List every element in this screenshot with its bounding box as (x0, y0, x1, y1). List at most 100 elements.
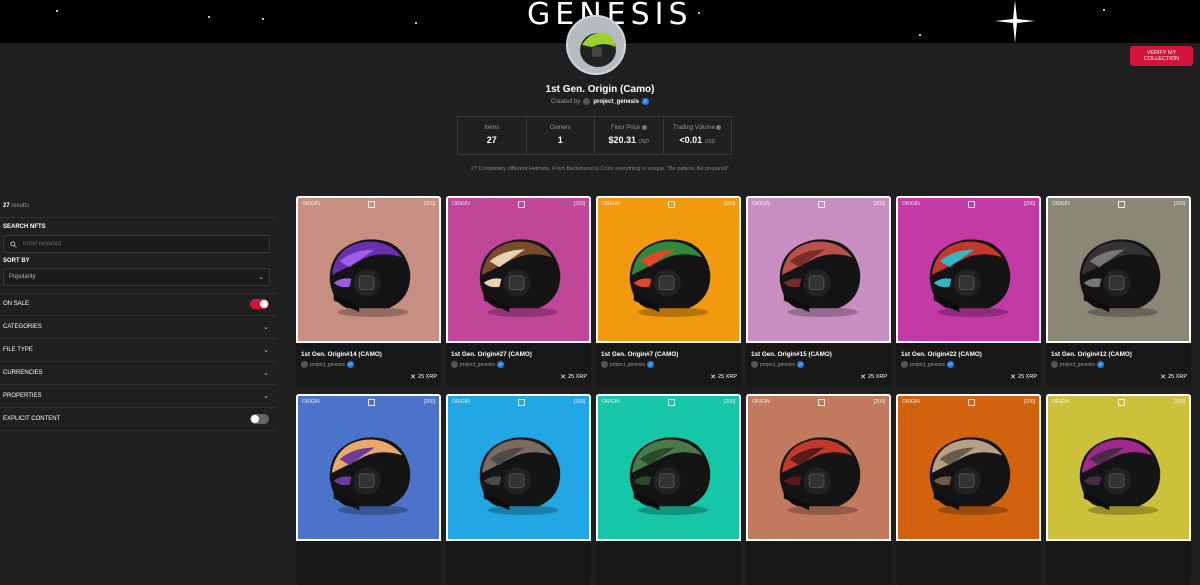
nft-name[interactable]: 1st Gen. Origin#27 (CAMO) (451, 351, 532, 358)
search-box (3, 235, 270, 253)
nft-name[interactable]: 1st Gen. Origin#7 (CAMO) (601, 351, 678, 358)
xrp-icon: ✕ (410, 374, 417, 381)
nft-image[interactable]: ORIGIN [200] (1046, 196, 1191, 343)
nft-image[interactable]: ORIGIN [200] (296, 394, 441, 541)
nft-image[interactable]: ORIGIN [200] (596, 394, 741, 541)
helmet-icon (629, 239, 711, 318)
qr-icon (818, 399, 826, 406)
star-dot (56, 10, 58, 12)
nft-card[interactable]: ORIGIN [200] 1st Gen. Origin#12 (CAMO) proj… (1046, 196, 1191, 387)
info-icon[interactable] (716, 125, 722, 130)
currencies-label: CURRENCIES (3, 370, 43, 376)
nft-image[interactable]: ORIGIN [200] (1046, 394, 1191, 541)
collection-description: 27 Completely different Helmets. From Ba… (470, 166, 730, 172)
nft-creator[interactable]: project_genesis ✓ (1051, 361, 1105, 368)
verified-icon: ✓ (497, 361, 505, 368)
results-count: 27 results (3, 203, 30, 209)
file-type-label: FILE TYPE (3, 347, 33, 353)
nft-image[interactable]: ORIGIN [200] (296, 196, 441, 343)
search-input[interactable] (23, 241, 263, 247)
file-type-filter[interactable]: FILE TYPE ⌄ (0, 339, 277, 362)
art-header: ORIGIN [200] (302, 399, 435, 406)
nft-image[interactable]: ORIGIN [200] (446, 196, 591, 343)
nft-image[interactable]: ORIGIN [200] (746, 196, 891, 343)
nft-card[interactable]: ORIGIN [200] 1st Gen. Origin#15 (CAMO) proj… (746, 196, 891, 387)
nft-image[interactable]: ORIGIN [200] (746, 394, 891, 541)
helmet-icon (479, 437, 561, 516)
nft-card[interactable]: ORIGIN [200] 1st Gen. Origin#7 (CAMO) proje… (596, 196, 741, 387)
art-edition: [200] (723, 201, 735, 207)
helmet-icon (329, 437, 411, 516)
chevron-down-icon: ⌄ (263, 393, 269, 400)
nft-card[interactable]: ORIGIN [200] (746, 394, 891, 585)
nft-name[interactable]: 1st Gen. Origin#12 (CAMO) (1051, 351, 1132, 358)
nft-creator[interactable]: project_genesis ✓ (901, 361, 955, 368)
qr-icon (968, 201, 976, 208)
info-icon[interactable] (641, 125, 647, 130)
nft-image[interactable]: ORIGIN [200] (896, 394, 1041, 541)
qr-icon (368, 399, 376, 406)
nft-name[interactable]: 1st Gen. Origin#15 (CAMO) (751, 351, 832, 358)
helmet-icon (479, 239, 561, 318)
stat-unit: USD (704, 139, 716, 146)
nft-image[interactable]: ORIGIN [200] (446, 394, 591, 541)
on-sale-toggle[interactable] (250, 299, 269, 309)
sort-value: Popularity (9, 274, 36, 280)
nft-price: ✕ 25 XRP (710, 374, 737, 381)
creator-link[interactable]: project_genesis (593, 99, 639, 105)
xrp-icon: ✕ (860, 374, 867, 381)
categories-label: CATEGORIES (3, 324, 42, 330)
currencies-filter[interactable]: CURRENCIES ⌄ (0, 362, 277, 385)
properties-label: PROPERTIES (3, 393, 42, 399)
art-brand: ORIGIN (1052, 399, 1070, 405)
qr-icon (518, 399, 526, 406)
nft-creator[interactable]: project_genesis ✓ (451, 361, 505, 368)
creator-avatar (751, 361, 758, 368)
nft-image[interactable]: ORIGIN [200] (896, 196, 1041, 343)
art-brand: ORIGIN (752, 399, 770, 405)
art-edition: [200] (873, 201, 885, 207)
nft-creator[interactable]: project_genesis ✓ (301, 361, 355, 368)
nft-card[interactable]: ORIGIN [200] 1st Gen. Origin#14 (CAMO) proj… (296, 196, 441, 387)
properties-filter[interactable]: PROPERTIES ⌄ (0, 385, 277, 408)
nft-price: ✕ 25 XRP (560, 374, 587, 381)
nft-card[interactable]: ORIGIN [200] 1st Gen. Origin#22 (CAMO) proj… (896, 196, 1041, 387)
nft-card[interactable]: ORIGIN [200] (446, 394, 591, 585)
art-header: ORIGIN [200] (752, 201, 885, 208)
nft-card[interactable]: ORIGIN [200] (1046, 394, 1191, 585)
nft-card[interactable]: ORIGIN [200] 1st Gen. Origin#27 (CAMO) proj… (446, 196, 591, 387)
nft-card[interactable]: ORIGIN [200] (896, 394, 1041, 585)
nft-creator[interactable]: project_genesis ✓ (751, 361, 805, 368)
nft-card[interactable]: ORIGIN [200] (296, 394, 441, 585)
qr-icon (668, 201, 676, 208)
qr-icon (1118, 399, 1126, 406)
divider (0, 217, 277, 218)
art-edition: [200] (723, 399, 735, 405)
categories-filter[interactable]: CATEGORIES ⌄ (0, 316, 277, 339)
nft-card[interactable]: ORIGIN [200] (596, 394, 741, 585)
art-edition: [200] (423, 201, 435, 207)
art-header: ORIGIN [200] (902, 399, 1035, 406)
xrp-icon: ✕ (1160, 374, 1167, 381)
art-edition: [200] (873, 399, 885, 405)
art-header: ORIGIN [200] (902, 201, 1035, 208)
search-label: SEARCH NFTS (3, 224, 46, 230)
stat-items: Items 27 (458, 117, 527, 154)
explicit-content-toggle[interactable] (250, 414, 269, 424)
verify-collection-button[interactable]: VERIFY MY COLLECTION (1130, 46, 1193, 66)
nft-creator[interactable]: project_genesis ✓ (601, 361, 655, 368)
sort-select[interactable]: Popularity ⌄ (3, 268, 270, 286)
collection-stats: Items 27 Owners 1 Floor Price $20.31 USD… (457, 116, 732, 155)
art-brand: ORIGIN (452, 201, 470, 207)
creator-avatar (583, 98, 591, 105)
star-dot (919, 34, 921, 36)
stat-label: Owners (549, 125, 571, 131)
nft-price: ✕ 25 XRP (860, 374, 887, 381)
creator-avatar (301, 361, 308, 368)
nft-name[interactable]: 1st Gen. Origin#14 (CAMO) (301, 351, 382, 358)
verified-icon: ✓ (947, 361, 955, 368)
nft-name[interactable]: 1st Gen. Origin#22 (CAMO) (901, 351, 982, 358)
stat-owners: Owners 1 (527, 117, 595, 154)
nft-image[interactable]: ORIGIN [200] (596, 196, 741, 343)
helmet-icon (1079, 239, 1161, 318)
